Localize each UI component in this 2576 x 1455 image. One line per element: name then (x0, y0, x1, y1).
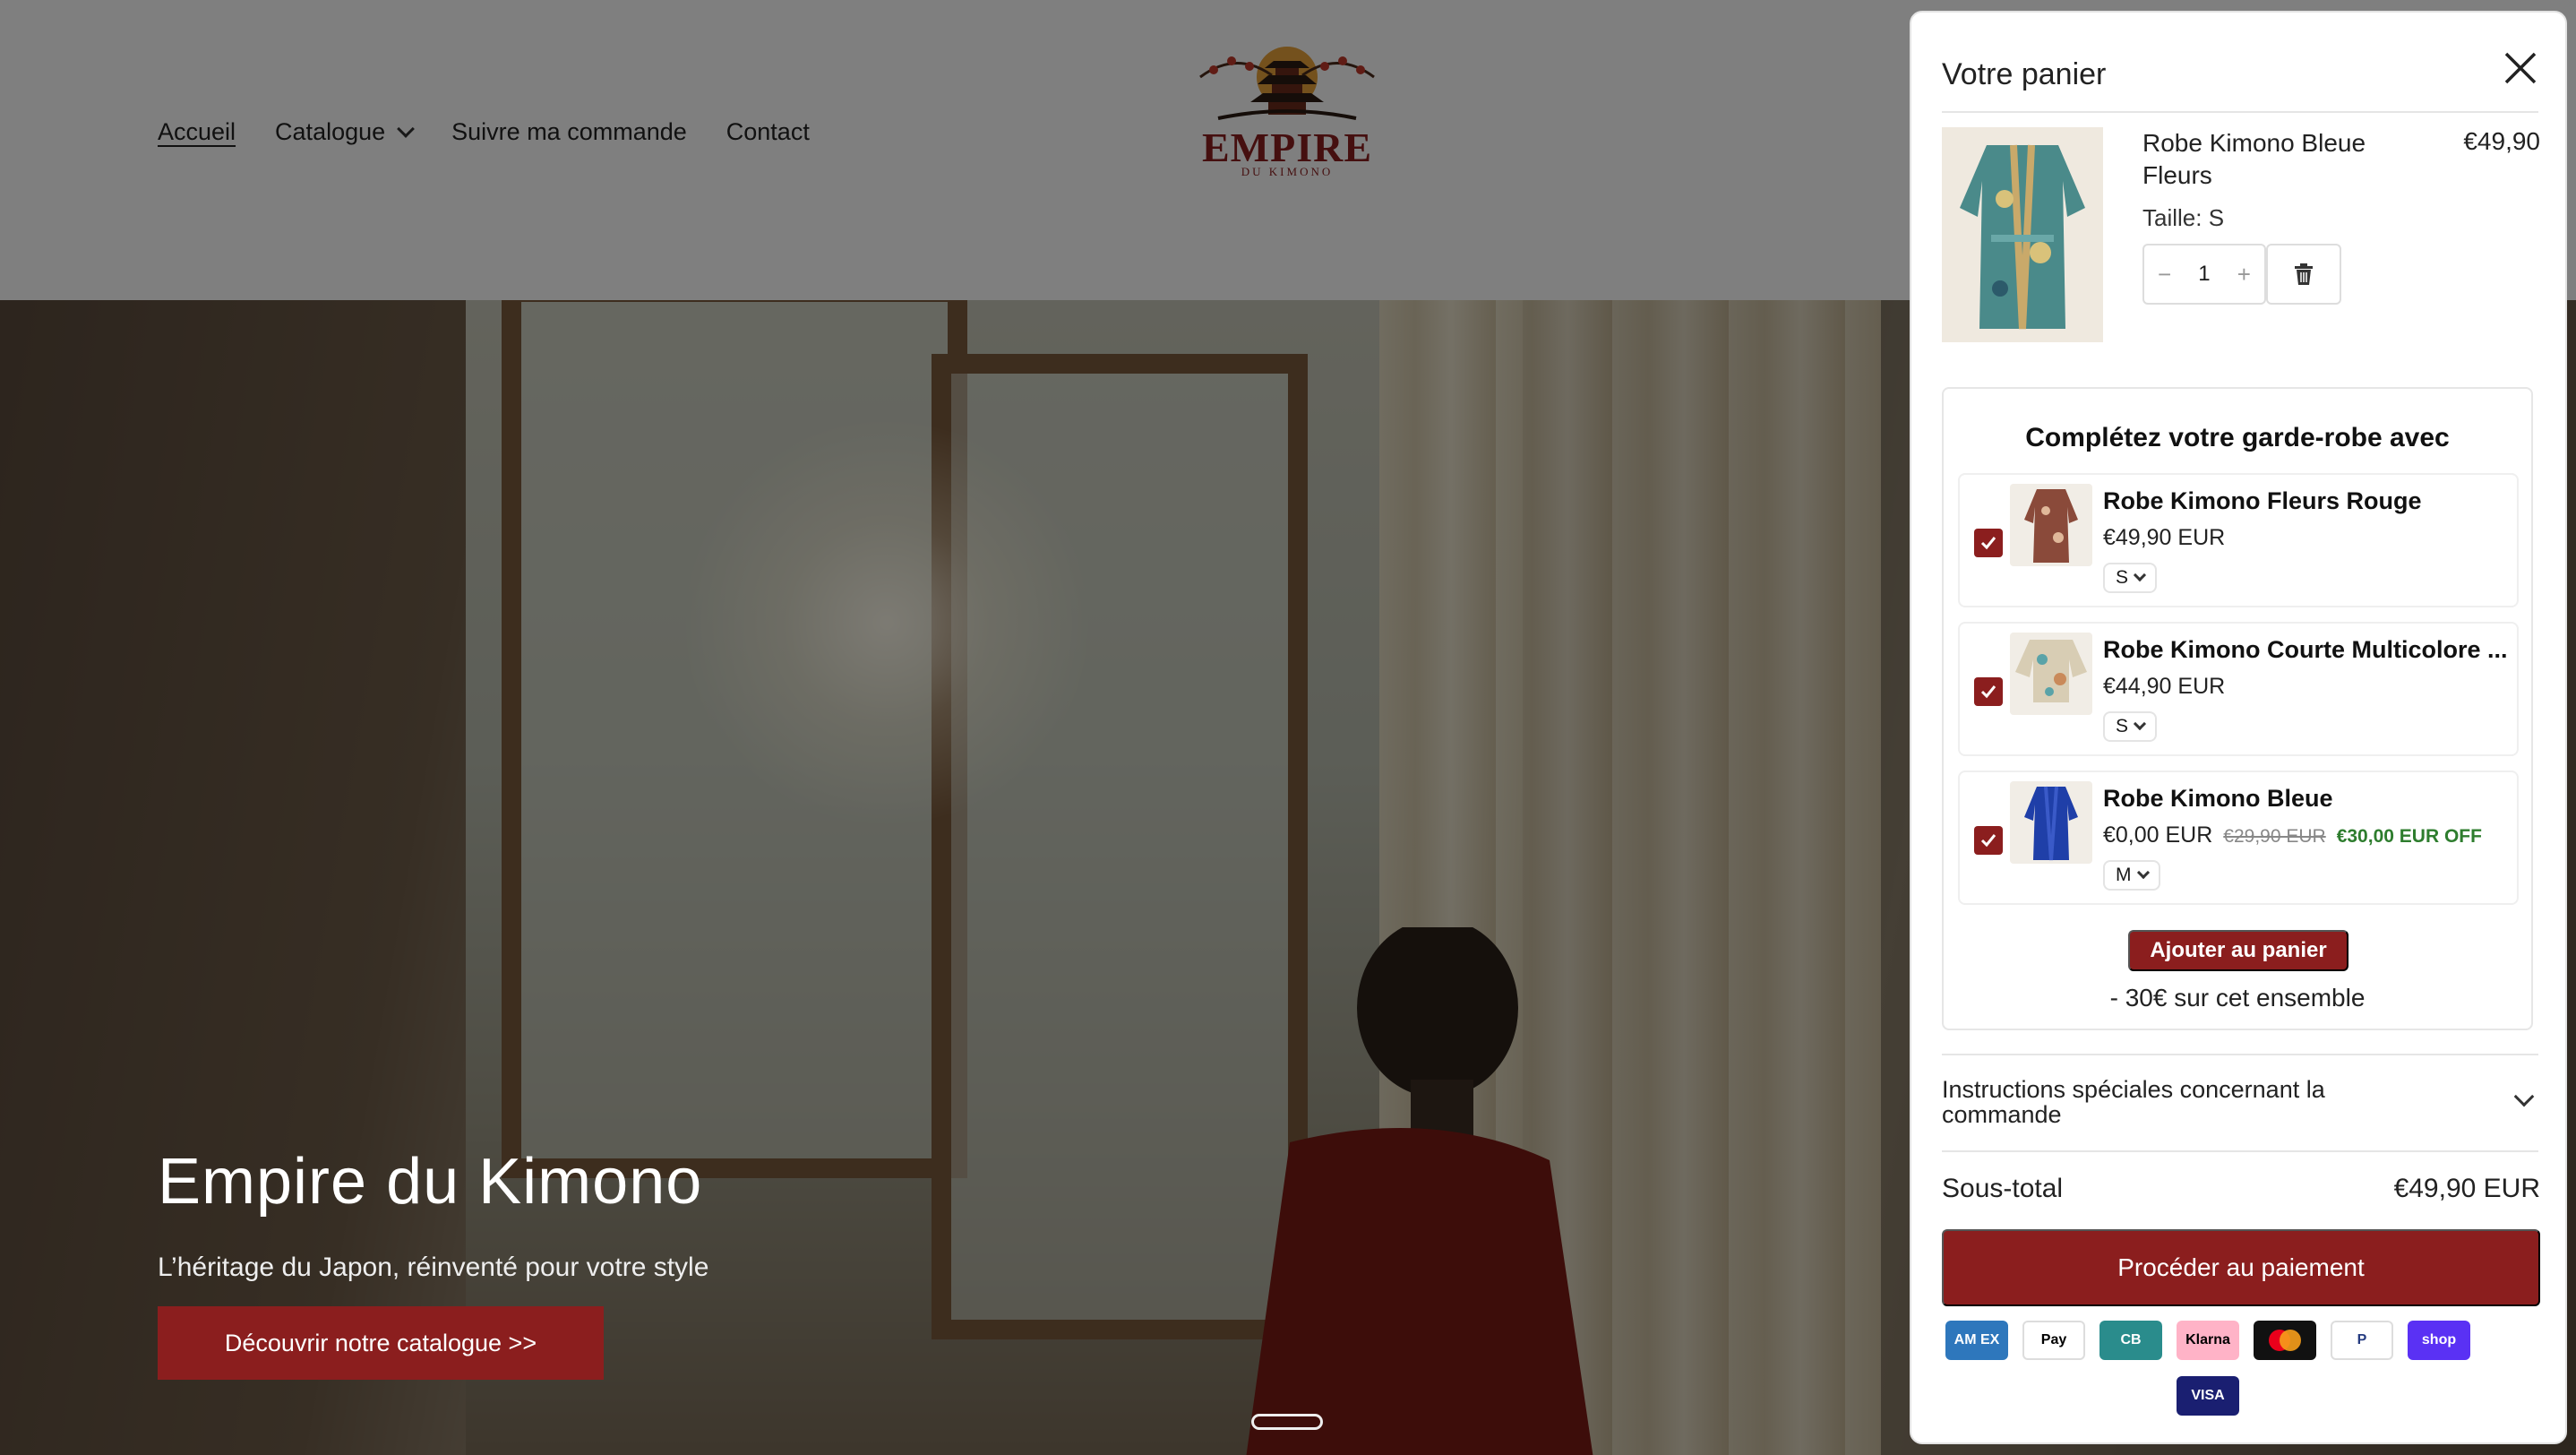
paypal-icon: P (2331, 1321, 2393, 1360)
cart-item-image[interactable] (1942, 127, 2103, 342)
subtotal-label: Sous-total (1942, 1174, 2064, 1203)
cart-item-size: Taille: S (2142, 204, 2225, 231)
upsell-size-value: S (2116, 716, 2129, 736)
subtotal-value: €49,90 EUR (2393, 1174, 2540, 1203)
cart-title: Votre panier (1942, 57, 2107, 91)
quantity-increase-button[interactable]: + (2237, 261, 2251, 288)
upsell-size-select[interactable]: S (2103, 711, 2158, 742)
upsell-size-select[interactable]: M (2103, 860, 2160, 891)
payment-label: shop (2421, 1332, 2457, 1347)
bundle-discount-note: - 30€ sur cet ensemble (2109, 984, 2366, 1012)
trash-icon (2295, 263, 2313, 285)
upsell-size-value: M (2116, 865, 2132, 885)
upsell-product: Robe Kimono Bleue €0,00 EUR €29,90 EUR €… (1958, 771, 2519, 905)
upsell-product-price-row: €0,00 EUR €29,90 EUR €30,00 EUR OFF (2103, 822, 2482, 848)
cb-icon: CB (2099, 1321, 2162, 1360)
upsell-checkbox[interactable] (1974, 826, 2003, 855)
checkmark-icon (1980, 685, 1996, 699)
add-bundle-to-cart-button[interactable]: Ajouter au panier (2128, 930, 2348, 971)
amex-icon: AM EX (1945, 1321, 2008, 1360)
upsell-bundle: Complétez votre garde-robe avec Robe Kim… (1942, 387, 2533, 1030)
quantity-stepper: − 1 + (2142, 244, 2266, 305)
checkout-button[interactable]: Procéder au paiement (1942, 1229, 2540, 1306)
upsell-checkbox[interactable] (1974, 677, 2003, 706)
hero-title: Empire du Kimono (158, 1146, 703, 1218)
upsell-product-price: €49,90 EUR (2103, 525, 2226, 550)
upsell-product-name[interactable]: Robe Kimono Courte Multicolore ... (2103, 636, 2506, 664)
upsell-product: Robe Kimono Fleurs Rouge €49,90 EUR S (1958, 473, 2519, 607)
payment-label: Pay (2040, 1332, 2067, 1347)
upsell-product-image[interactable] (2010, 781, 2092, 864)
close-icon[interactable] (2501, 48, 2540, 88)
quantity-decrease-button[interactable]: − (2158, 261, 2171, 288)
upsell-checkbox[interactable] (1974, 529, 2003, 557)
subtotal-divider (1942, 1150, 2538, 1152)
upsell-product-price: €0,00 EUR (2103, 822, 2213, 848)
header-divider (1942, 111, 2538, 113)
upsell-product-price-row: €49,90 EUR (2103, 525, 2225, 551)
discover-catalog-button[interactable]: Découvrir notre catalogue >> (158, 1306, 604, 1380)
upsell-size-value: S (2116, 567, 2129, 588)
chevron-down-icon (2133, 717, 2147, 731)
checkmark-icon (1980, 834, 1996, 848)
upsell-product-image[interactable] (2010, 484, 2092, 566)
payment-label: VISA (2191, 1388, 2225, 1403)
instructions-divider (1942, 1054, 2538, 1055)
chevron-down-icon (2136, 865, 2150, 880)
upsell-product-name[interactable]: Robe Kimono Fleurs Rouge (2103, 487, 2506, 515)
slider-pagination-dot[interactable] (1251, 1414, 1323, 1430)
chevron-down-icon[interactable] (2513, 1086, 2535, 1107)
upsell-product-name[interactable]: Robe Kimono Bleue (2103, 785, 2506, 813)
klarna-icon: Klarna (2177, 1321, 2239, 1360)
chevron-down-icon (2133, 568, 2147, 582)
special-instructions-toggle[interactable]: Instructions spéciales concernant la com… (1942, 1077, 2443, 1127)
cart-item-name[interactable]: Robe Kimono Bleue Fleurs (2142, 127, 2375, 192)
payment-label: CB (2120, 1332, 2142, 1347)
quantity-value[interactable]: 1 (2198, 262, 2210, 287)
visa-icon: VISA (2177, 1376, 2239, 1416)
remove-item-button[interactable] (2266, 244, 2341, 305)
checkmark-icon (1980, 537, 1996, 550)
upsell-product-price: €44,90 EUR (2103, 674, 2226, 699)
mastercard-icon (2254, 1321, 2316, 1360)
cart-drawer: Votre panier Robe Kimono Bleue Fleurs €4… (1910, 11, 2567, 1444)
upsell-compare-price: €29,90 EUR (2223, 826, 2326, 847)
payment-label: Klarna (2185, 1332, 2230, 1347)
upsell-discount-badge: €30,00 EUR OFF (2336, 826, 2482, 847)
upsell-title: Complétez votre garde-robe avec (2025, 423, 2450, 452)
hero-subtitle: L’héritage du Japon, réinventé pour votr… (158, 1253, 709, 1282)
apple-pay-icon: Pay (2022, 1321, 2085, 1360)
payment-label: P (2357, 1332, 2367, 1347)
upsell-product-image[interactable] (2010, 633, 2092, 715)
upsell-product: Robe Kimono Courte Multicolore ... €44,9… (1958, 622, 2519, 756)
cart-item-price: €49,90 (2463, 127, 2540, 155)
upsell-size-select[interactable]: S (2103, 563, 2158, 593)
shop-pay-icon: shop (2408, 1321, 2470, 1360)
upsell-product-price-row: €44,90 EUR (2103, 674, 2225, 700)
payment-label: AM EX (1953, 1332, 2000, 1347)
